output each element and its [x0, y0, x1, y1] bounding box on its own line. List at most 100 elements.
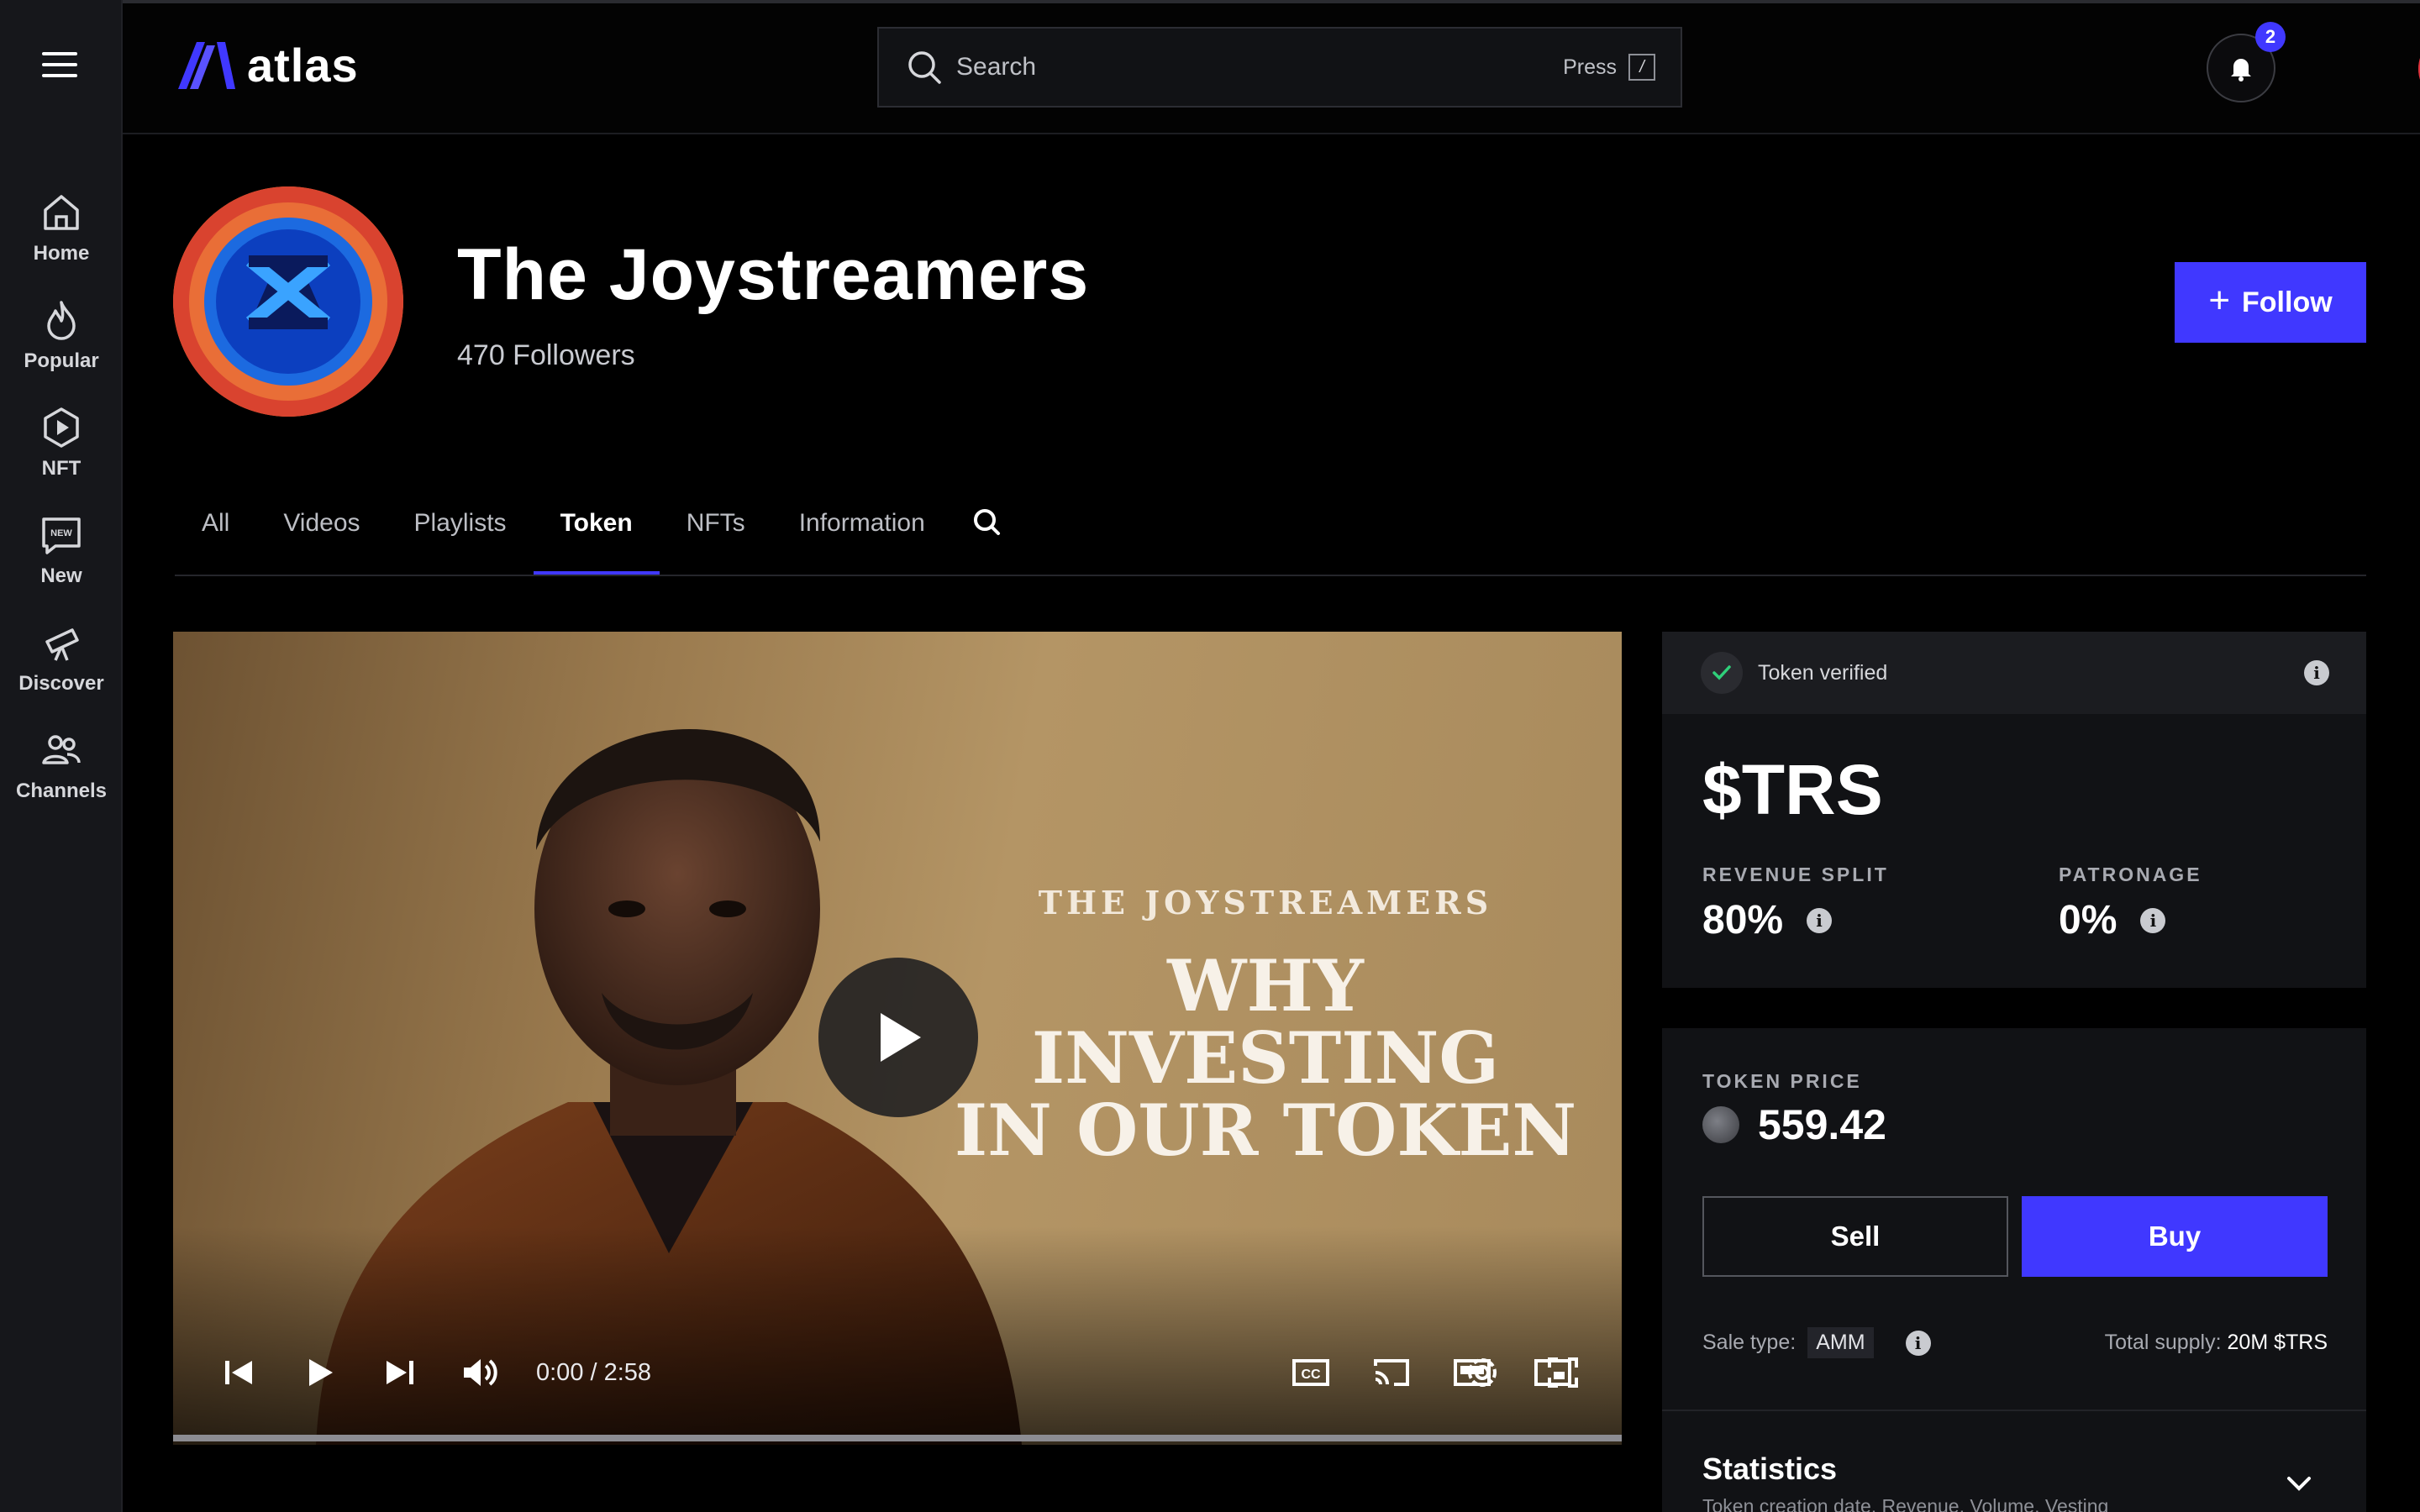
atlas-logo[interactable]: atlas: [175, 37, 359, 92]
search-shortcut-hint: Press: [1563, 55, 1617, 79]
notifications-badge: 2: [2255, 22, 2286, 52]
video-player[interactable]: THE JOYSTREAMERS WHY INVESTING IN OUR TO…: [173, 632, 1622, 1445]
sell-button[interactable]: Sell: [1702, 1196, 2008, 1277]
captions-button[interactable]: CC: [1287, 1349, 1334, 1396]
play-hexagon-icon: [44, 407, 79, 448]
video-overlay-text: THE JOYSTREAMERS WHY INVESTING IN OUR TO…: [929, 884, 1602, 1167]
search-icon: [908, 51, 941, 84]
channel-avatar: [173, 186, 403, 417]
sidebar-item-popular[interactable]: Popular: [0, 297, 123, 373]
revenue-split-text: 80%: [1702, 898, 1784, 942]
statistics-title[interactable]: Statistics: [1702, 1452, 1837, 1487]
total-supply: Total supply: 20M $TRS: [2105, 1331, 2328, 1355]
users-icon: [42, 735, 81, 764]
cast-button[interactable]: [1368, 1349, 1415, 1396]
token-trade-panel: TOKEN PRICE 559.42 Sell Buy Sale type: A…: [1662, 1028, 2366, 1512]
info-icon[interactable]: i: [1905, 1330, 1931, 1356]
settings-button[interactable]: [1459, 1349, 1506, 1396]
svg-text:CC: CC: [1301, 1368, 1321, 1382]
channel-followers: 470 Followers: [457, 339, 635, 371]
tab-videos[interactable]: Videos: [256, 507, 387, 576]
info-icon[interactable]: i: [1807, 907, 1833, 933]
token-verified-bar: Token verified i: [1662, 632, 2366, 714]
sidebar-item-label: Home: [33, 242, 90, 265]
sidebar: Home Popular NFT NEW New Discover Channe…: [0, 0, 123, 1512]
sidebar-item-label: NFT: [41, 457, 82, 480]
gear-icon: [1468, 1358, 1497, 1387]
search-input[interactable]: Search: [956, 53, 1563, 81]
closed-captions-icon: CC: [1292, 1359, 1329, 1386]
total-supply-value: 20M $TRS: [2227, 1331, 2328, 1354]
channel-search-icon[interactable]: [969, 504, 1006, 541]
new-badge-icon: NEW: [42, 517, 81, 554]
revenue-split-label: REVENUE SPLIT: [1702, 864, 1889, 885]
check-icon: [1701, 652, 1743, 694]
video-progress-bar[interactable]: [173, 1435, 1622, 1441]
fullscreen-icon: [1548, 1357, 1578, 1388]
tab-nfts[interactable]: NFTs: [660, 507, 772, 576]
fullscreen-button[interactable]: [1539, 1349, 1586, 1396]
big-play-button[interactable]: [818, 958, 978, 1117]
statistics-subtitle: Token creation date, Revenue, Volume, Ve…: [1702, 1495, 2109, 1512]
svg-text:NEW: NEW: [50, 528, 72, 538]
sidebar-item-discover[interactable]: Discover: [0, 620, 123, 696]
info-icon[interactable]: i: [2140, 907, 2166, 933]
patronage-label: PATRONAGE: [2059, 864, 2202, 885]
token-price: 559.42: [1702, 1100, 1886, 1149]
play-icon: [309, 1359, 333, 1386]
video-overlay-title-line: INVESTING: [1031, 1016, 1500, 1100]
sale-type-label: Sale type:: [1702, 1331, 1797, 1354]
channel-logo-image: [173, 186, 403, 417]
info-icon[interactable]: i: [2304, 660, 2329, 685]
sale-type-badge: AMM: [1807, 1327, 1874, 1358]
volume-button[interactable]: [457, 1349, 504, 1396]
sidebar-item-nft[interactable]: NFT: [0, 405, 123, 480]
flame-icon: [47, 301, 76, 340]
tab-playlists[interactable]: Playlists: [387, 507, 534, 576]
sale-info-row: Sale type: AMM i Total supply: 20M $TRS: [1702, 1327, 2328, 1358]
play-icon: [881, 1013, 921, 1062]
cast-icon: [1374, 1359, 1409, 1386]
panel-divider: [1662, 1410, 2366, 1411]
telescope-icon: [45, 628, 79, 661]
video-overlay-title-line: IN OUR TOKEN: [954, 1089, 1577, 1172]
video-timecode: 0:00 / 2:58: [536, 1359, 652, 1386]
token-verified-label: Token verified: [1758, 660, 1888, 685]
sidebar-item-new[interactable]: NEW New: [0, 512, 123, 588]
token-price-label: TOKEN PRICE: [1702, 1070, 1862, 1092]
video-overlay-title: WHY INVESTING IN OUR TOKEN: [929, 950, 1602, 1167]
search-bar[interactable]: Search Press /: [877, 27, 1682, 108]
video-overlay-title-line: WHY: [1167, 944, 1364, 1027]
channel-title: The Joystreamers: [457, 234, 1090, 315]
sidebar-item-home[interactable]: Home: [0, 190, 123, 265]
revenue-split-value: 80% i: [1702, 897, 1833, 943]
sidebar-item-label: Popular: [24, 349, 99, 372]
next-button[interactable]: [376, 1349, 424, 1396]
buy-button[interactable]: Buy: [2022, 1196, 2328, 1277]
skip-next-icon: [387, 1361, 413, 1384]
plus-icon: +: [2208, 280, 2231, 321]
volume-icon: [464, 1359, 497, 1386]
previous-button[interactable]: [215, 1349, 262, 1396]
sidebar-item-label: New: [40, 564, 82, 587]
menu-icon[interactable]: [42, 52, 77, 81]
follow-button[interactable]: + Follow: [2175, 262, 2366, 343]
channel-tabs: All Videos Playlists Token NFTs Informat…: [175, 507, 1006, 576]
bell-icon: [2231, 59, 2251, 81]
top-bar: atlas Search Press / 2: [123, 3, 2420, 134]
tab-all[interactable]: All: [175, 507, 256, 576]
tab-information[interactable]: Information: [772, 507, 952, 576]
video-controls: 0:00 / 2:58 CC: [173, 1334, 1622, 1415]
play-button[interactable]: [296, 1349, 343, 1396]
total-supply-label: Total supply:: [2104, 1331, 2222, 1354]
sidebar-item-channels[interactable]: Channels: [0, 727, 123, 803]
tabs-divider: [175, 575, 2366, 576]
follow-button-label: Follow: [2242, 286, 2333, 318]
patronage-text: 0%: [2059, 898, 2118, 942]
patronage-value: 0% i: [2059, 897, 2166, 943]
video-overlay-subtitle: THE JOYSTREAMERS: [1038, 884, 1493, 921]
joy-coin-icon: [1702, 1106, 1739, 1143]
chevron-down-icon[interactable]: [2282, 1467, 2316, 1500]
token-ticker: $TRS: [1702, 750, 1883, 829]
tab-token[interactable]: Token: [533, 507, 660, 576]
